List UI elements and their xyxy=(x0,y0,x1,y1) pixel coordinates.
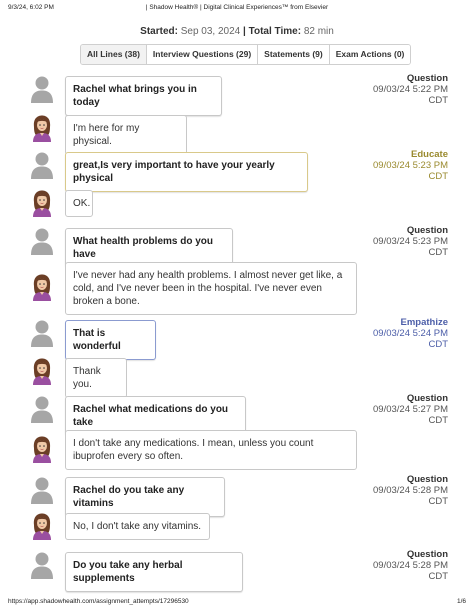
message-timestamp: 09/03/24 5:22 PM xyxy=(373,84,448,95)
message-timestamp: 09/03/24 5:23 PM xyxy=(373,236,448,247)
patient-response-bubble: I'm here for my physical. xyxy=(65,115,187,155)
patient-avatar xyxy=(30,512,54,540)
print-page-number: 1/6 xyxy=(456,598,466,605)
student-message-bubble: That is wonderful xyxy=(65,320,156,360)
started-value: Sep 03, 2024 xyxy=(180,26,241,37)
message-meta: Question 09/03/24 5:22 PM CDT xyxy=(373,73,448,106)
message-timezone: CDT xyxy=(428,171,448,182)
attempt-summary: Started: Sep 03, 2024 | Total Time: 82 m… xyxy=(0,26,474,37)
tab-all-lines[interactable]: All Lines (38) xyxy=(81,45,147,64)
student-avatar xyxy=(30,551,54,579)
message-meta: Empathize 09/03/24 5:24 PM CDT xyxy=(373,317,448,350)
student-avatar xyxy=(30,476,54,504)
patient-response-bubble: OK. xyxy=(65,190,93,217)
total-time-value: 82 min xyxy=(303,26,334,37)
message-timestamp: 09/03/24 5:23 PM xyxy=(373,160,448,171)
patient-avatar xyxy=(30,435,54,463)
student-message-bubble: great,Is very important to have your yea… xyxy=(65,152,308,192)
patient-avatar xyxy=(30,189,54,217)
summary-separator: | xyxy=(243,26,246,37)
tab-interview-questions[interactable]: Interview Questions (29) xyxy=(146,45,259,64)
message-type-label: Question xyxy=(406,225,448,236)
print-url: https://app.shadowhealth.com/assignment_… xyxy=(8,598,189,605)
message-timezone: CDT xyxy=(428,571,448,582)
student-message-bubble: Rachel what brings you in today xyxy=(65,76,222,116)
student-avatar xyxy=(30,227,54,255)
message-timezone: CDT xyxy=(428,496,448,507)
total-time-label: Total Time: xyxy=(248,26,302,37)
student-avatar xyxy=(30,151,54,179)
message-timestamp: 09/03/24 5:24 PM xyxy=(373,328,448,339)
message-timezone: CDT xyxy=(428,95,448,106)
message-timezone: CDT xyxy=(428,339,448,350)
message-timezone: CDT xyxy=(428,247,448,258)
tab-statements[interactable]: Statements (9) xyxy=(258,45,330,64)
message-meta: Question 09/03/24 5:28 PM CDT xyxy=(373,549,448,582)
print-header: 9/3/24, 6:02 PM | Shadow Health® | Digit… xyxy=(8,4,466,16)
patient-response-bubble: Thank you. xyxy=(65,358,127,398)
message-type-label: Empathize xyxy=(400,317,448,328)
patient-response-bubble: I've never had any health problems. I al… xyxy=(65,262,357,315)
message-timestamp: 09/03/24 5:27 PM xyxy=(373,404,448,415)
patient-avatar xyxy=(30,273,54,301)
student-message-bubble: Do you take any herbal supplements xyxy=(65,552,243,592)
student-avatar xyxy=(30,319,54,347)
message-type-label: Question xyxy=(406,549,448,560)
message-timestamp: 09/03/24 5:28 PM xyxy=(373,560,448,571)
student-avatar xyxy=(30,395,54,423)
message-type-label: Question xyxy=(406,474,448,485)
student-message-bubble: Rachel do you take any vitamins xyxy=(65,477,225,517)
patient-response-bubble: No, I don't take any vitamins. xyxy=(65,513,210,540)
patient-avatar xyxy=(30,114,54,142)
patient-response-bubble: I don't take any medications. I mean, un… xyxy=(65,430,357,470)
student-avatar xyxy=(30,75,54,103)
print-title: | Shadow Health® | Digital Clinical Expe… xyxy=(145,4,329,11)
message-timezone: CDT xyxy=(428,415,448,426)
message-meta: Question 09/03/24 5:27 PM CDT xyxy=(373,393,448,426)
tab-exam-actions[interactable]: Exam Actions (0) xyxy=(329,45,411,64)
message-type-label: Question xyxy=(406,393,448,404)
message-timestamp: 09/03/24 5:28 PM xyxy=(373,485,448,496)
message-type-label: Educate xyxy=(411,149,448,160)
message-meta: Question 09/03/24 5:28 PM CDT xyxy=(373,474,448,507)
patient-avatar xyxy=(30,357,54,385)
message-type-label: Question xyxy=(406,73,448,84)
started-label: Started: xyxy=(140,26,178,37)
transcript-filter-tabs: All Lines (38) Interview Questions (29) … xyxy=(80,44,412,65)
message-meta: Educate 09/03/24 5:23 PM CDT xyxy=(373,149,448,182)
message-meta: Question 09/03/24 5:23 PM CDT xyxy=(373,225,448,258)
